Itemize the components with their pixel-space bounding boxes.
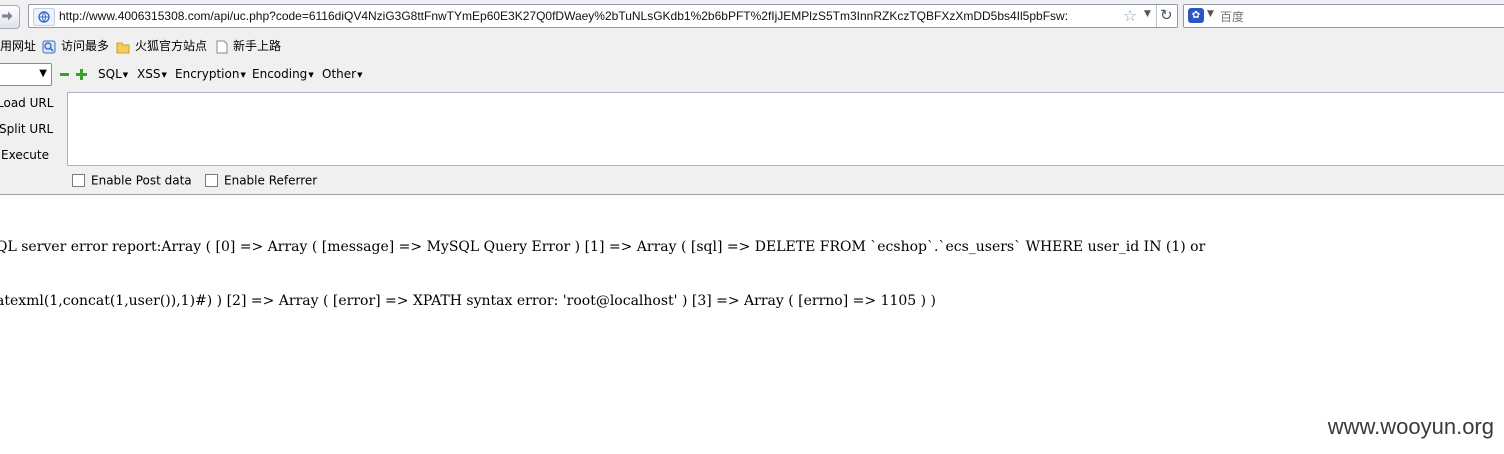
enable-post-data-checkbox[interactable]: Enable Post data xyxy=(72,173,192,188)
chevron-down-icon: ▼ xyxy=(39,68,47,79)
hackbar-select[interactable]: ▼ xyxy=(0,63,52,86)
navigation-bar: http://www.4006315308.com/api/uc.php?cod… xyxy=(0,0,1504,32)
bookmark-label: 火狐官方站点 xyxy=(135,39,208,53)
reload-icon[interactable]: ↻ xyxy=(1160,6,1173,24)
folder-icon xyxy=(116,42,130,53)
globe-icon xyxy=(38,11,50,23)
menu-encryption[interactable]: Encryption▼ xyxy=(175,67,246,81)
checkbox-box[interactable] xyxy=(205,174,218,187)
bookmark-label: 用网址 xyxy=(0,39,37,53)
bookmark-item[interactable]: 火狐官方站点 xyxy=(116,37,207,54)
checkbox-box[interactable] xyxy=(72,174,85,187)
hackbar-url-textarea[interactable] xyxy=(67,92,1504,166)
bookmark-item[interactable]: 用网址 xyxy=(0,37,36,54)
bookmark-item[interactable]: 新手上路 xyxy=(216,37,281,54)
search-bar[interactable]: ✿ ▼ 百度 xyxy=(1183,4,1504,28)
baidu-paw-icon[interactable]: ✿ xyxy=(1188,8,1204,23)
back-button[interactable] xyxy=(0,5,20,29)
menu-sql[interactable]: SQL▼ xyxy=(98,67,128,81)
error-line: QL server error report:Array ( [0] => Ar… xyxy=(0,239,1206,255)
bookmark-page-icon xyxy=(42,40,56,53)
execute-button[interactable]: Execute xyxy=(1,148,49,162)
arrow-right-icon xyxy=(2,11,13,21)
bookmark-item[interactable]: 访问最多 xyxy=(42,37,109,54)
watermark-text: www.wooyun.org xyxy=(1327,414,1494,439)
split-url-button[interactable]: Split URL xyxy=(0,122,53,136)
decrease-icon[interactable] xyxy=(60,73,69,76)
separator xyxy=(1156,5,1157,27)
enable-referrer-checkbox[interactable]: Enable Referrer xyxy=(205,173,317,188)
page-icon xyxy=(216,40,228,53)
history-dropdown-icon[interactable]: ▼ xyxy=(1144,9,1151,19)
menu-other[interactable]: Other▼ xyxy=(322,67,362,81)
bookmark-star-icon[interactable]: ☆ xyxy=(1123,6,1137,25)
engine-dropdown-icon[interactable]: ▼ xyxy=(1207,9,1214,19)
page-error-output: QL server error report:Array ( [0] => Ar… xyxy=(0,202,1504,328)
error-line: atexml(1,concat(1,user()),1)#) ) [2] => … xyxy=(0,293,937,309)
site-identity-icon[interactable] xyxy=(33,8,55,26)
increase-icon[interactable] xyxy=(76,69,87,80)
menu-xss[interactable]: XSS▼ xyxy=(137,67,167,81)
load-url-button[interactable]: Load URL xyxy=(0,96,53,110)
bookmark-label: 访问最多 xyxy=(61,39,110,53)
hackbar-toolbar: ▼ SQL▼ XSS▼ Encryption▼ Encoding▼ Other▼ xyxy=(0,61,1504,87)
bookmark-label: 新手上路 xyxy=(233,39,282,53)
browser-chrome: http://www.4006315308.com/api/uc.php?cod… xyxy=(0,0,1504,195)
address-bar[interactable]: http://www.4006315308.com/api/uc.php?cod… xyxy=(28,4,1178,28)
bookmarks-toolbar: 用网址 访问最多 火狐官方站点 新手上路 xyxy=(0,34,1504,56)
menu-encoding[interactable]: Encoding▼ xyxy=(252,67,314,81)
search-input[interactable]: 百度 xyxy=(1220,8,1244,25)
url-text[interactable]: http://www.4006315308.com/api/uc.php?cod… xyxy=(59,9,1121,23)
